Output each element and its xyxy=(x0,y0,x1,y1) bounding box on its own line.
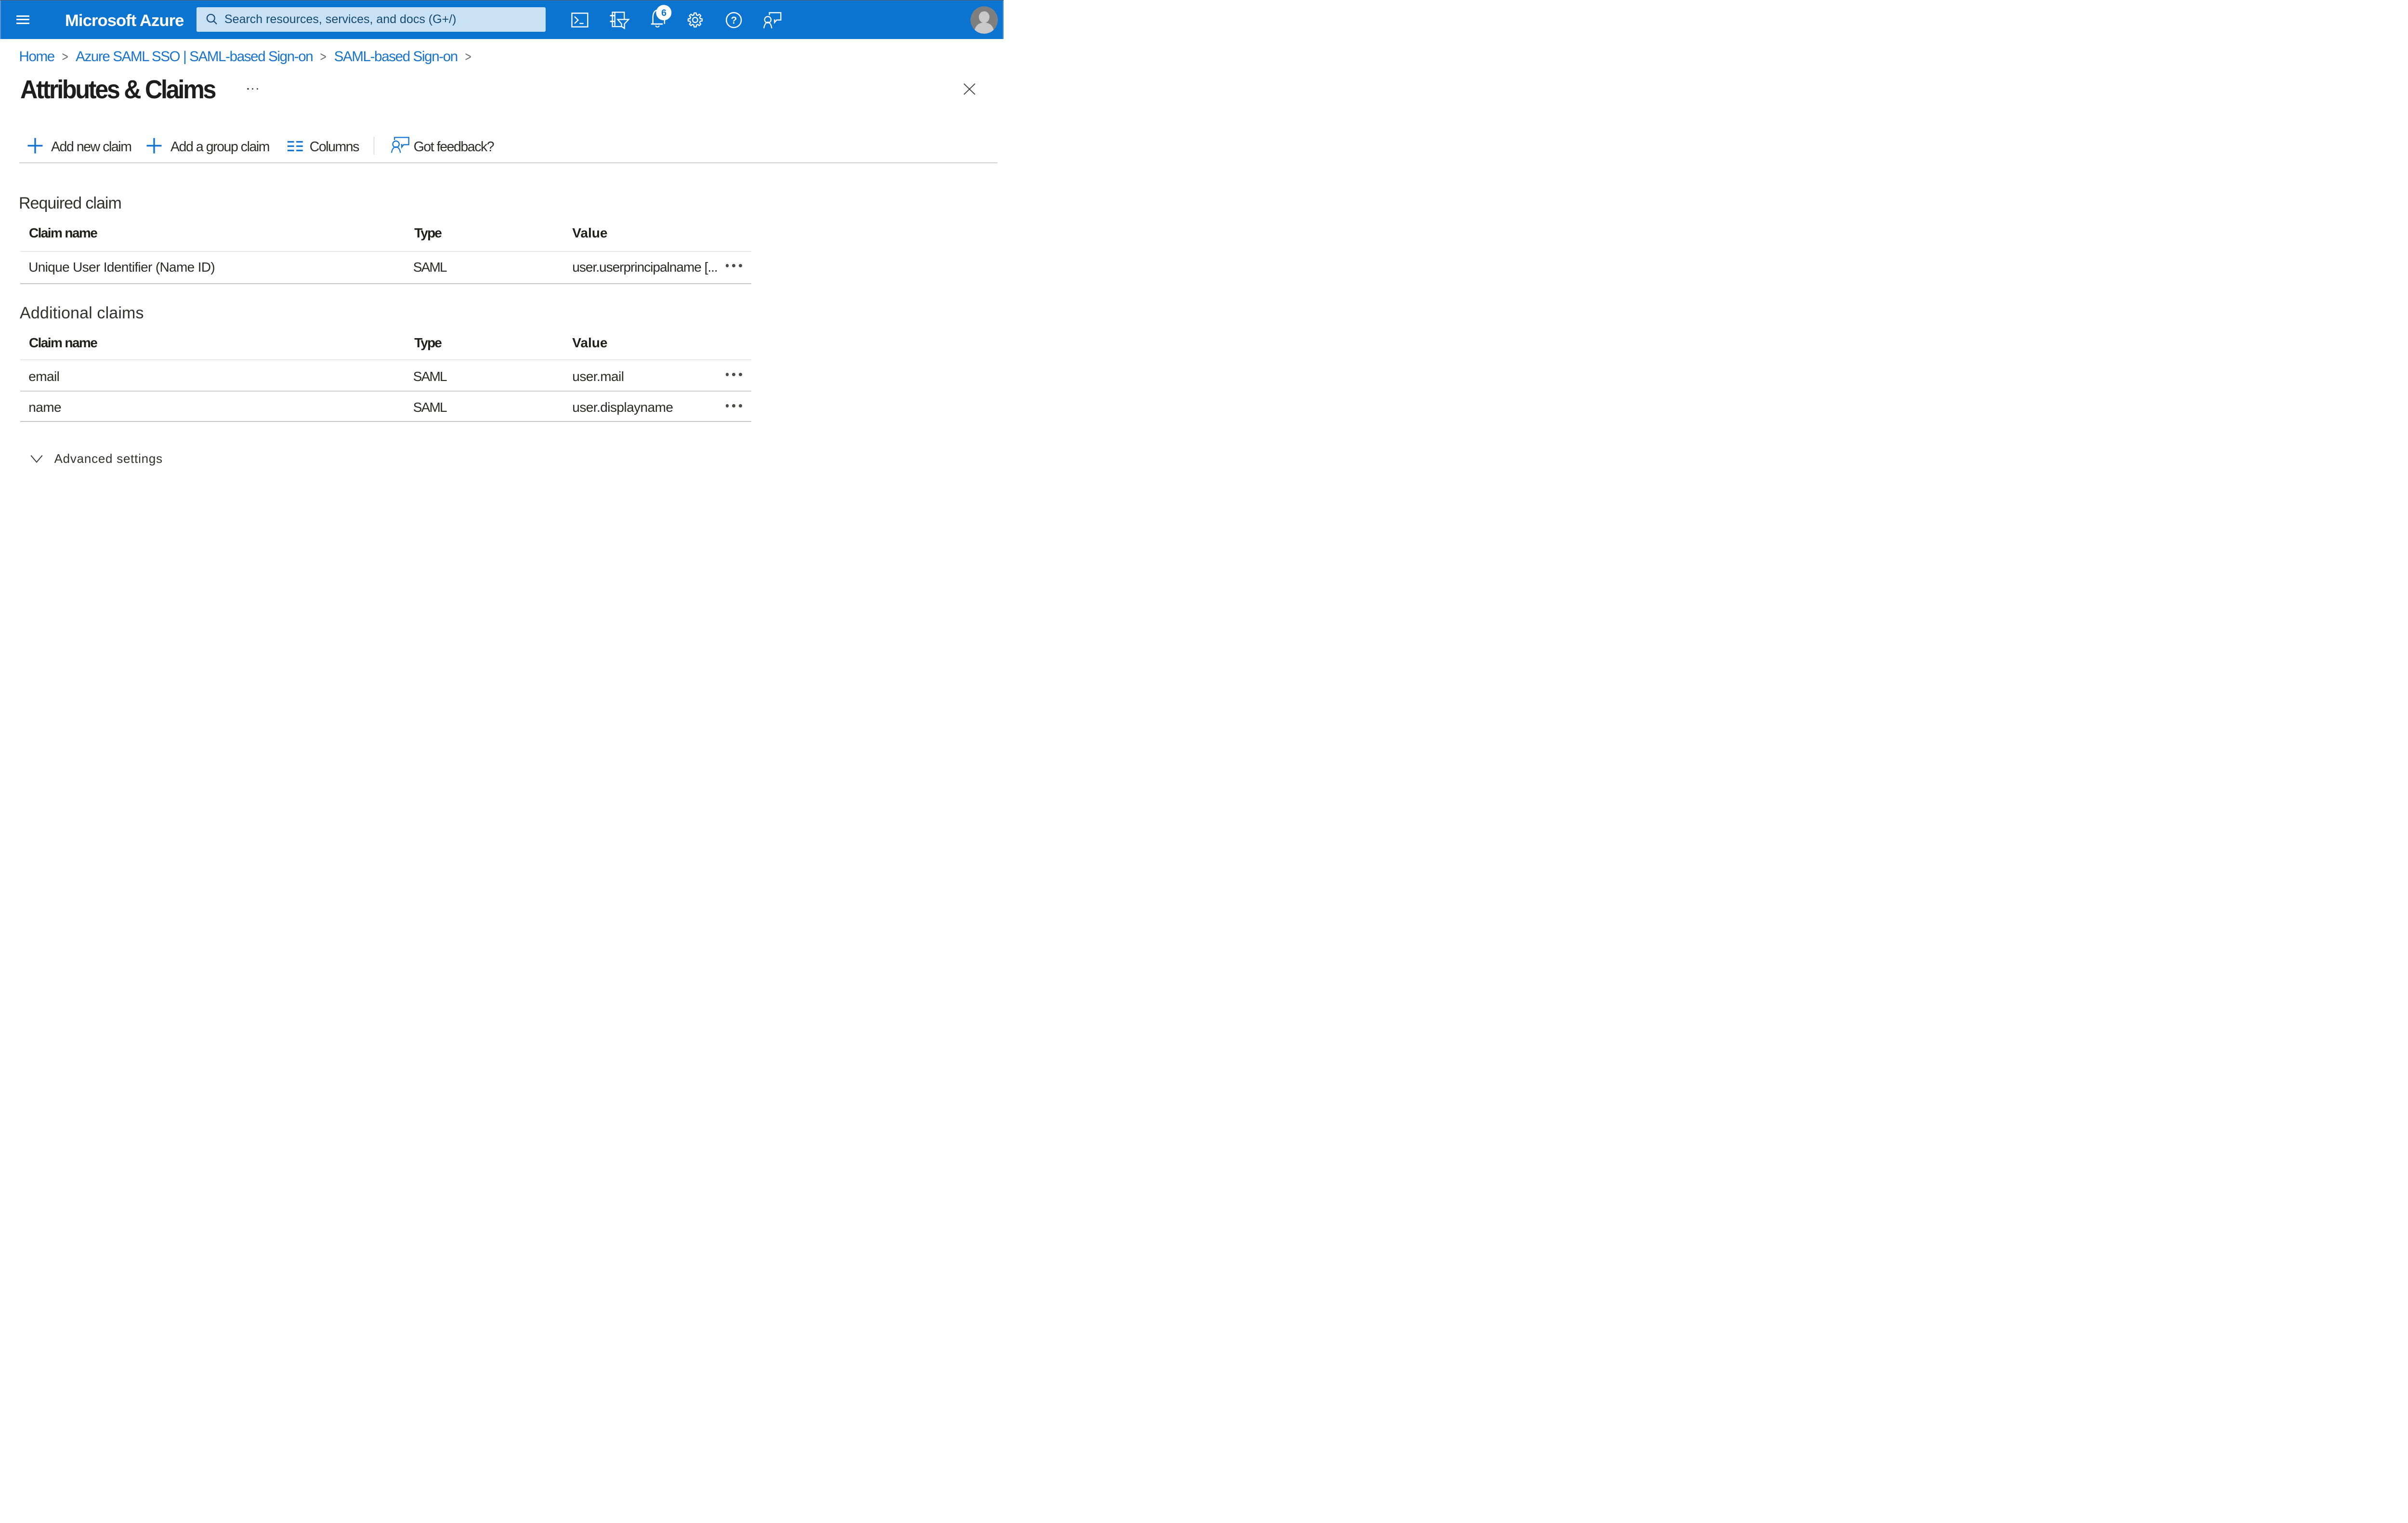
svg-text:6: 6 xyxy=(661,8,667,18)
svg-text:?: ? xyxy=(731,15,737,26)
